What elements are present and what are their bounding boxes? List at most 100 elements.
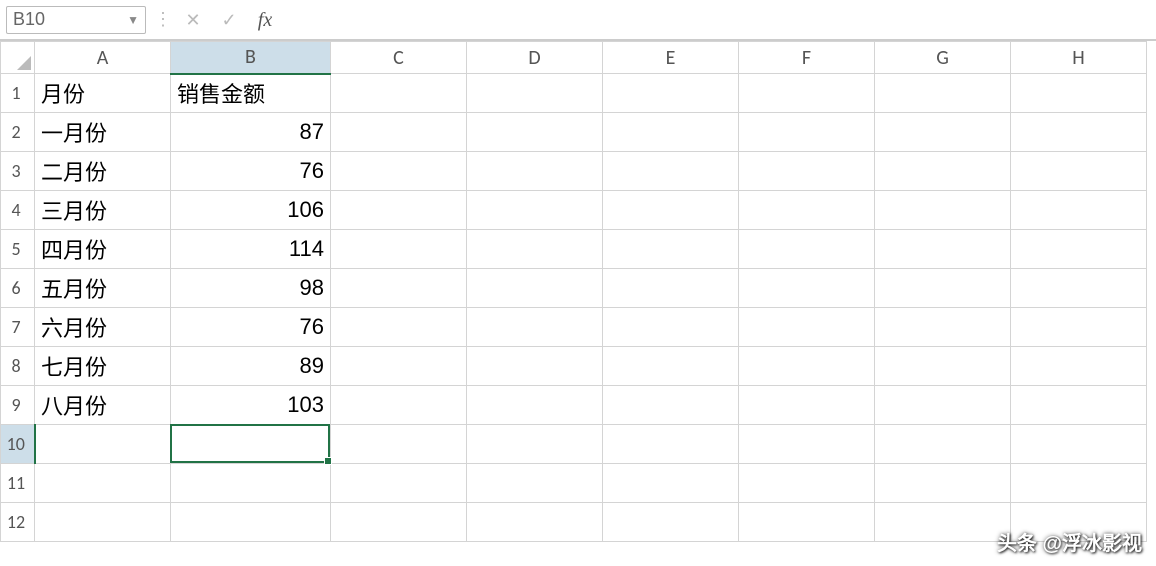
cell[interactable] [467, 386, 603, 425]
cell[interactable] [331, 152, 467, 191]
cell[interactable]: 一月份 [35, 113, 171, 152]
cell[interactable] [467, 113, 603, 152]
cell[interactable]: 89 [171, 347, 331, 386]
cell[interactable] [739, 503, 875, 542]
column-header[interactable]: H [1011, 42, 1147, 74]
cell[interactable] [1011, 191, 1147, 230]
cell[interactable] [603, 113, 739, 152]
cell[interactable]: 七月份 [35, 347, 171, 386]
cell[interactable] [467, 464, 603, 503]
cell[interactable] [875, 269, 1011, 308]
cell[interactable]: 76 [171, 152, 331, 191]
cell[interactable] [875, 425, 1011, 464]
cell[interactable]: 八月份 [35, 386, 171, 425]
cell[interactable]: 四月份 [35, 230, 171, 269]
cell[interactable] [331, 191, 467, 230]
cell[interactable] [739, 425, 875, 464]
cell[interactable] [331, 308, 467, 347]
select-all-corner[interactable] [1, 42, 35, 74]
cell[interactable] [875, 308, 1011, 347]
cell[interactable] [739, 152, 875, 191]
cell[interactable]: 三月份 [35, 191, 171, 230]
cell[interactable] [35, 425, 171, 464]
row-header[interactable]: 8 [1, 347, 35, 386]
cell[interactable] [331, 503, 467, 542]
cell[interactable] [603, 230, 739, 269]
cell[interactable] [603, 425, 739, 464]
cell[interactable] [603, 347, 739, 386]
cell[interactable] [331, 269, 467, 308]
cell[interactable] [1011, 425, 1147, 464]
name-box[interactable]: B10 ▼ [6, 6, 146, 34]
cell[interactable] [875, 347, 1011, 386]
row-header[interactable]: 4 [1, 191, 35, 230]
cell[interactable] [603, 464, 739, 503]
cell[interactable] [1011, 308, 1147, 347]
cell[interactable]: 五月份 [35, 269, 171, 308]
cell[interactable] [35, 464, 171, 503]
cell[interactable]: 98 [171, 269, 331, 308]
cell[interactable] [467, 74, 603, 113]
cell[interactable] [467, 152, 603, 191]
cell[interactable] [739, 308, 875, 347]
cell[interactable] [603, 269, 739, 308]
row-header[interactable]: 5 [1, 230, 35, 269]
enter-icon[interactable]: ✓ [214, 11, 244, 29]
cell[interactable] [1011, 347, 1147, 386]
cell[interactable] [603, 191, 739, 230]
row-header[interactable]: 1 [1, 74, 35, 113]
column-header[interactable]: D [467, 42, 603, 74]
cell[interactable] [875, 152, 1011, 191]
cell[interactable] [467, 269, 603, 308]
cell[interactable]: 103 [171, 386, 331, 425]
cell[interactable] [603, 74, 739, 113]
fx-icon[interactable]: fx [250, 10, 280, 30]
row-header[interactable]: 3 [1, 152, 35, 191]
cell[interactable] [875, 230, 1011, 269]
cell[interactable] [875, 191, 1011, 230]
cell[interactable]: 76 [171, 308, 331, 347]
cell[interactable]: 六月份 [35, 308, 171, 347]
cell[interactable] [603, 386, 739, 425]
cell[interactable] [739, 74, 875, 113]
cell[interactable] [331, 230, 467, 269]
cell[interactable]: 114 [171, 230, 331, 269]
cell[interactable] [35, 503, 171, 542]
cell[interactable] [875, 464, 1011, 503]
cell[interactable] [467, 347, 603, 386]
cell[interactable] [331, 113, 467, 152]
cell[interactable] [1011, 152, 1147, 191]
cell[interactable] [603, 308, 739, 347]
column-header[interactable]: C [331, 42, 467, 74]
cell[interactable] [1011, 74, 1147, 113]
cell[interactable] [331, 425, 467, 464]
row-header[interactable]: 6 [1, 269, 35, 308]
column-header[interactable]: E [603, 42, 739, 74]
row-header[interactable]: 10 [1, 425, 35, 464]
cell[interactable] [739, 386, 875, 425]
row-header[interactable]: 2 [1, 113, 35, 152]
cell[interactable] [467, 425, 603, 464]
column-header[interactable]: B [171, 42, 331, 74]
cell[interactable] [1011, 269, 1147, 308]
cell[interactable] [739, 191, 875, 230]
cell[interactable] [331, 386, 467, 425]
cell[interactable] [1011, 230, 1147, 269]
cell[interactable] [171, 464, 331, 503]
cancel-icon[interactable]: ✕ [178, 11, 208, 29]
cell[interactable] [875, 503, 1011, 542]
cell[interactable]: 106 [171, 191, 331, 230]
cell[interactable] [171, 503, 331, 542]
cell[interactable] [331, 464, 467, 503]
cell[interactable] [1011, 386, 1147, 425]
cell[interactable]: 二月份 [35, 152, 171, 191]
cell[interactable] [1011, 113, 1147, 152]
cell[interactable]: 销售金额 [171, 74, 331, 113]
cell[interactable] [875, 74, 1011, 113]
column-header[interactable]: G [875, 42, 1011, 74]
cell[interactable] [1011, 464, 1147, 503]
cell[interactable] [467, 308, 603, 347]
cell[interactable] [739, 464, 875, 503]
spreadsheet-grid[interactable]: ABCDEFGH 1月份销售金额2一月份873二月份764三月份1065四月份1… [0, 41, 1147, 542]
cell[interactable] [603, 503, 739, 542]
